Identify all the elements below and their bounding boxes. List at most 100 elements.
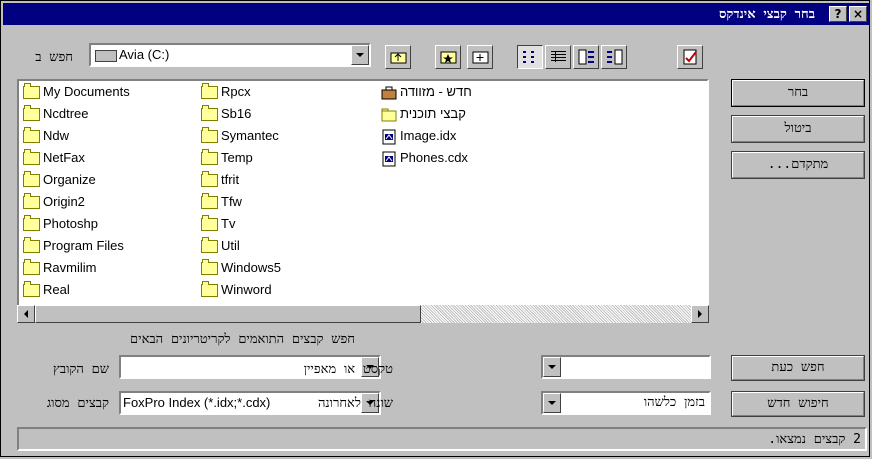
folder-item[interactable]: Tv [201, 215, 235, 233]
folder-item[interactable]: Sb16 [201, 105, 251, 123]
status-bar: 2 קבצים נמצאו. [17, 427, 867, 451]
folder-item[interactable]: Organize [23, 171, 96, 189]
index-file-icon [382, 151, 396, 167]
folder-item-label: Ndw [43, 128, 70, 143]
select-button[interactable]: בחר [731, 79, 865, 107]
chevron-down-icon [356, 53, 364, 57]
up-one-level-button[interactable] [385, 45, 411, 69]
folder-item-label: Organize [43, 172, 96, 187]
folder-icon [201, 105, 218, 122]
help-button[interactable]: ? [829, 6, 847, 22]
folder-item[interactable]: Windows5 [201, 259, 281, 277]
list-view-button[interactable] [517, 45, 543, 69]
look-in-dropdown-button[interactable] [351, 45, 369, 65]
folder-icon [23, 215, 40, 232]
folder-item[interactable]: Real [23, 281, 70, 299]
folder-item-label: Temp [221, 150, 253, 165]
file-type-value: FoxPro Index (*.idx;*.cdx) [123, 395, 271, 410]
folder-icon [201, 83, 218, 100]
scroll-left-button[interactable] [17, 305, 35, 323]
folder-item[interactable]: Winword [201, 281, 272, 299]
folder-item[interactable]: Ndw [23, 127, 69, 145]
folder-item-label: Windows5 [221, 260, 281, 275]
list-view-icon [523, 51, 534, 63]
scroll-right-button[interactable] [691, 305, 709, 323]
file-item-label: קבצי תוכנית [400, 106, 466, 121]
title-bar[interactable]: × ? בחר קבצי אינדקס [3, 3, 869, 25]
folder-item[interactable]: Ravmilim [23, 259, 96, 277]
folder-icon [201, 127, 218, 144]
folder-icon [23, 149, 40, 166]
arrow-left-icon [24, 310, 28, 318]
up-folder-icon [390, 52, 407, 64]
find-now-button[interactable]: חפש כעת [731, 355, 865, 381]
arrow-right-icon [698, 310, 702, 318]
file-item[interactable]: Image.idx [381, 127, 456, 145]
text-property-dropdown-button[interactable] [543, 357, 561, 377]
index-file-icon [382, 129, 396, 145]
folder-item[interactable]: Program Files [23, 237, 124, 255]
favorites-icon [440, 51, 457, 64]
look-in-favorites-button[interactable] [435, 45, 461, 69]
text-property-combobox[interactable] [541, 355, 711, 379]
advanced-button[interactable]: מתקדם... [731, 151, 865, 179]
details-view-icon [551, 51, 566, 62]
folder-item[interactable]: Origin2 [23, 193, 85, 211]
criteria-heading: חפש קבצים התואמים לקריטריונים הבאים [130, 332, 355, 347]
window-title: בחר קבצי אינדקס [718, 7, 815, 22]
folder-item[interactable]: Util [201, 237, 240, 255]
details-view-button[interactable] [545, 45, 571, 69]
folder-item[interactable]: Rpcx [201, 83, 251, 101]
folder-item[interactable]: קבצי תוכנית [381, 105, 466, 123]
commands-icon [683, 49, 697, 65]
folder-item[interactable]: Photoshp [23, 215, 98, 233]
last-modified-label: שונה לאחרונה [317, 396, 393, 411]
drive-icon [95, 50, 117, 62]
folder-item[interactable]: tfrit [201, 171, 239, 189]
folder-icon [201, 259, 218, 276]
scroll-thumb[interactable] [35, 305, 421, 323]
last-modified-combobox[interactable]: בזמן כלשהו [541, 391, 711, 415]
folder-item-label: tfrit [221, 172, 240, 187]
folder-item-label: Real [43, 282, 70, 297]
last-modified-dropdown-button[interactable] [543, 393, 561, 413]
new-search-button[interactable]: חיפוש חדש [731, 391, 865, 417]
preview-view-icon [607, 49, 623, 65]
cancel-button[interactable]: ביטול [731, 115, 865, 143]
horizontal-scrollbar[interactable] [17, 305, 709, 323]
commands-and-settings-button[interactable] [677, 45, 703, 69]
briefcase-icon [381, 86, 397, 100]
folder-icon [201, 193, 218, 210]
look-in-combobox[interactable]: Avia (C:) [89, 43, 371, 67]
chevron-down-icon [548, 365, 556, 369]
folder-item[interactable]: Tfw [201, 193, 242, 211]
add-to-favorites-button[interactable] [467, 45, 493, 69]
folder-item-label: Util [221, 238, 240, 253]
folder-item-label: NetFax [43, 150, 85, 165]
folder-icon [201, 149, 218, 166]
status-text: 2 קבצים נמצאו. [768, 432, 861, 447]
last-modified-value: בזמן כלשהו [643, 395, 705, 410]
chevron-down-icon [548, 401, 556, 405]
folder-icon [201, 237, 218, 254]
folder-item-label: Tv [221, 216, 236, 231]
folder-icon [23, 281, 40, 298]
preview-view-button[interactable] [601, 45, 627, 69]
folder-item-label: Tfw [221, 194, 242, 209]
folder-item[interactable]: Temp [201, 149, 253, 167]
folder-item-label: Photoshp [43, 216, 98, 231]
folder-icon [23, 105, 40, 122]
file-item[interactable]: Phones.cdx [381, 149, 468, 167]
folder-item[interactable]: חדש - מזוודה [381, 83, 472, 101]
help-icon: ? [834, 7, 842, 21]
folder-item[interactable]: My Documents [23, 83, 130, 101]
folder-item[interactable]: NetFax [23, 149, 85, 167]
text-property-label: טקסט או מאפיין [303, 362, 393, 377]
file-list[interactable]: My Documents Ncdtree Ndw NetFax Organize Orig… [17, 79, 709, 323]
folder-item[interactable]: Ncdtree [23, 105, 89, 123]
close-button[interactable]: × [849, 6, 867, 22]
folder-item[interactable]: Symantec [201, 127, 279, 145]
properties-view-button[interactable] [573, 45, 599, 69]
properties-view-icon [578, 49, 594, 65]
open-index-dialog: × ? בחר קבצי אינדקס חפש ב Avia (C:) My D… [0, 0, 870, 457]
